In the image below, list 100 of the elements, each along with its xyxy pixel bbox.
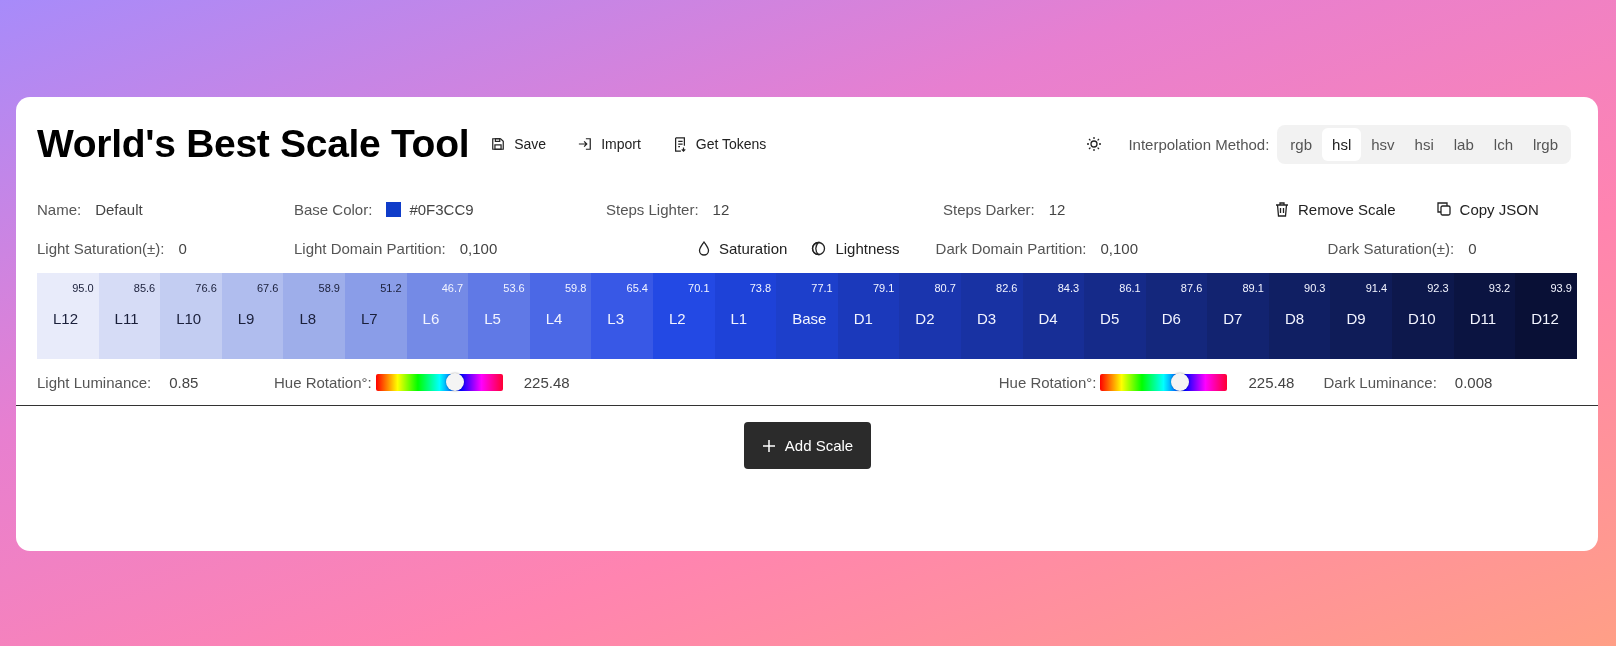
step-label: D12 (1530, 309, 1560, 327)
scale-swatch[interactable]: 76.6 L10 (160, 273, 222, 359)
field-label: Hue Rotation°: (274, 373, 372, 391)
scale-swatch[interactable]: 93.9 D12 (1515, 273, 1577, 359)
scale-swatch[interactable]: 87.6 D6 (1145, 273, 1208, 359)
slider-thumb[interactable] (446, 372, 465, 391)
saturation-value[interactable]: 0 (1468, 239, 1477, 257)
add-scale-button[interactable]: Add Scale (743, 422, 872, 469)
contrast-value: 82.6 (995, 281, 1019, 294)
contrast-value: 90.3 (1303, 281, 1327, 294)
step-label: D7 (1222, 309, 1244, 327)
toolbar-button[interactable]: Get Tokens (672, 136, 767, 152)
contrast-value: 67.6 (255, 281, 280, 294)
document-icon (672, 136, 687, 152)
method-option[interactable]: hsi (1404, 127, 1444, 161)
copy-icon (1436, 202, 1451, 216)
lightness-toggle[interactable]: Lightness (811, 239, 900, 257)
field-label: Hue Rotation°: (998, 373, 1097, 391)
slider-thumb[interactable] (1170, 372, 1189, 391)
step-label: L9 (236, 309, 256, 327)
scale-swatch[interactable]: 92.3 D10 (1392, 273, 1454, 359)
step-label: L3 (606, 309, 626, 327)
scale-swatch[interactable]: 65.4 L3 (591, 273, 653, 359)
interpolation-label: Interpolation Method: (1128, 135, 1270, 153)
steps-value[interactable]: 12 (712, 200, 730, 218)
contrast-value: 51.2 (379, 281, 403, 294)
hue-slider[interactable] (375, 373, 503, 391)
contrast-value: 80.7 (933, 281, 957, 294)
saturation-value[interactable]: 0 (178, 239, 187, 257)
contrast-value: 76.6 (194, 281, 218, 294)
field-label: Light Luminance: (37, 373, 152, 391)
method-option[interactable]: rgb (1280, 127, 1323, 161)
scale-swatch[interactable]: 70.1 L2 (652, 273, 715, 359)
scale-swatch[interactable]: 95.0 L12 (37, 273, 99, 359)
remove-scale-button[interactable]: Remove Scale (1275, 200, 1396, 218)
contrast-value: 79.1 (871, 281, 896, 294)
step-label: D2 (914, 309, 936, 327)
step-label: L12 (52, 309, 80, 327)
scale-swatch[interactable]: 86.1 D5 (1084, 273, 1146, 359)
step-label: D1 (852, 309, 874, 327)
toolbar-button[interactable]: Save (491, 136, 547, 152)
sun-icon[interactable] (1086, 136, 1103, 152)
contrast-value: 84.3 (1056, 281, 1081, 294)
drop-icon (698, 240, 710, 256)
field-label: Dark Luminance: (1323, 373, 1437, 391)
method-option[interactable]: lrgb (1523, 127, 1568, 161)
method-option[interactable]: lch (1483, 127, 1523, 161)
app-title: World's Best Scale Tool (37, 122, 470, 166)
color-swatch[interactable] (386, 201, 402, 217)
contrast-value: 70.1 (687, 281, 711, 294)
contrast-value: 93.9 (1549, 281, 1573, 294)
step-label: L10 (175, 309, 203, 327)
steps-value[interactable]: 12 (1048, 200, 1066, 218)
contrast-value: 91.4 (1364, 281, 1389, 294)
toolbar-button[interactable]: Import (578, 136, 641, 152)
contrast-value: 86.1 (1118, 281, 1142, 294)
field-label: Steps Lighter: (606, 200, 699, 218)
scale-swatch[interactable]: 53.6 L5 (468, 273, 530, 359)
saturation-toggle[interactable]: Saturation (698, 239, 788, 257)
step-label: Base (791, 309, 828, 327)
scale-swatch[interactable]: 82.6 D3 (960, 273, 1023, 359)
scale-swatch[interactable]: 67.6 L9 (221, 273, 284, 359)
scale-swatch[interactable]: 73.8 L1 (714, 273, 777, 359)
scale-swatch[interactable]: 80.7 D2 (899, 273, 961, 359)
contrast-value: 59.8 (563, 281, 588, 294)
contrast-value: 46.7 (440, 281, 465, 294)
method-option[interactable]: lab (1443, 127, 1484, 161)
base-color-value[interactable]: #0F3CC9 (409, 200, 474, 218)
domain-value[interactable]: 0,100 (459, 239, 498, 257)
step-label: D8 (1283, 309, 1306, 327)
method-option[interactable]: hsv (1361, 127, 1405, 161)
scale-swatch[interactable]: 79.1 D1 (837, 273, 900, 359)
step-label: D3 (975, 309, 998, 327)
scale-swatch[interactable]: 85.6 L11 (98, 273, 161, 359)
scale-swatch[interactable]: 84.3 D4 (1022, 273, 1085, 359)
scale-swatch[interactable]: 59.8 L4 (529, 273, 592, 359)
luminance-value[interactable]: 0.85 (169, 373, 199, 391)
scale-swatch[interactable]: 89.1 D7 (1207, 273, 1269, 359)
field-label: Steps Darker: (943, 200, 1035, 218)
scale-swatch[interactable]: 77.1 Base (776, 273, 838, 359)
method-option[interactable]: hsl (1322, 127, 1362, 161)
step-label: L5 (483, 309, 502, 327)
field-label: Dark Saturation(±): (1327, 239, 1455, 257)
hue-slider[interactable] (1100, 373, 1228, 391)
scale-swatch[interactable]: 58.9 L8 (283, 273, 345, 359)
name-value[interactable]: Default (95, 200, 143, 218)
scale-swatch[interactable]: 51.2 L7 (344, 273, 407, 359)
copy-json-button[interactable]: Copy JSON (1436, 200, 1539, 218)
scale-swatch[interactable]: 93.2 D11 (1453, 273, 1516, 359)
step-label: L1 (729, 309, 749, 327)
scale-swatch[interactable]: 91.4 D9 (1330, 273, 1393, 359)
field-label: Name: (37, 200, 82, 218)
trash-icon (1275, 201, 1289, 217)
scale-swatch[interactable]: 90.3 D8 (1268, 273, 1331, 359)
contrast-value: 89.1 (1241, 281, 1265, 294)
plus-icon (761, 438, 776, 453)
step-label: D5 (1099, 309, 1121, 327)
step-label: L11 (113, 309, 140, 327)
domain-value[interactable]: 0,100 (1100, 239, 1139, 257)
luminance-value[interactable]: 0.008 (1454, 373, 1493, 391)
